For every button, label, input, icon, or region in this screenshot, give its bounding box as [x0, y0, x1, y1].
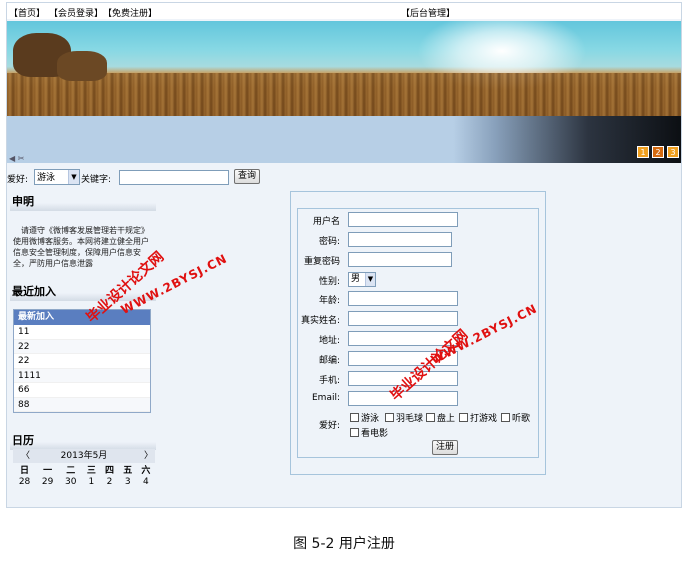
- search-bar: 爱好: 游泳 ▼ 关键字: 查询: [7, 166, 681, 188]
- calendar-day[interactable]: 2: [100, 476, 118, 488]
- recent-users-list: 最新加入 11 22 22 1111 66 88: [13, 309, 151, 413]
- checkbox-icon: [385, 413, 394, 422]
- figure-caption: 图 5-2 用户注册: [293, 536, 395, 552]
- checkbox-icon: [350, 428, 359, 437]
- calendar: 〈 2013年5月 〉 日 一 二 三 四 五 六 28 29 30 1 2 3…: [13, 449, 155, 507]
- username-label: 用户名: [312, 217, 340, 227]
- weekday-label: 六: [141, 466, 151, 476]
- hobby-checkbox-swimming[interactable]: 游泳: [350, 411, 379, 424]
- hobby-checkbox-panshang[interactable]: 盘上: [426, 411, 455, 424]
- banner-page-2[interactable]: 2: [652, 146, 664, 158]
- calendar-month: 2013年5月: [60, 451, 108, 461]
- list-item[interactable]: 22: [14, 354, 150, 369]
- checkbox-icon: [501, 413, 510, 422]
- list-item[interactable]: 1111: [14, 368, 150, 383]
- hobby-checkbox-music[interactable]: 听歌: [501, 411, 530, 424]
- page-frame: 【首页】 【会员登录】 【免费注册】 【后台管理】 ◀ ✂ 1 2 3 爱好: …: [6, 2, 682, 508]
- gender-label: 性别:: [318, 277, 340, 287]
- notice-title: 申明: [10, 193, 156, 211]
- calendar-day[interactable]: 30: [59, 476, 82, 488]
- chevron-down-icon: ▼: [68, 170, 79, 184]
- registration-form: 用户名 密码: 重复密码 性别: 男 ▼ 年龄: 真实姓名: 地址: 邮编: 手…: [297, 208, 539, 458]
- checkbox-icon: [459, 413, 468, 422]
- confirm-password-label: 重复密码: [303, 257, 340, 267]
- registration-panel: 用户名 密码: 重复密码 性别: 男 ▼ 年龄: 真实姓名: 地址: 邮编: 手…: [290, 191, 546, 475]
- hobby-checkbox-movies[interactable]: 看电影: [350, 426, 388, 439]
- keyword-input[interactable]: [119, 170, 229, 185]
- weekday-label: 三: [86, 466, 96, 476]
- calendar-day[interactable]: 28: [13, 476, 36, 488]
- age-label: 年龄:: [318, 296, 340, 306]
- email-label: Email:: [311, 393, 340, 403]
- hobby-filter-select[interactable]: 游泳 ▼: [34, 169, 80, 185]
- nav-register-link[interactable]: 【免费注册】: [103, 6, 157, 19]
- weekday-label: 日: [20, 466, 30, 476]
- search-button[interactable]: 查询: [234, 169, 260, 184]
- list-item[interactable]: 11: [14, 325, 150, 340]
- calendar-title: 日历: [10, 432, 156, 450]
- nav-home-link[interactable]: 【首页】: [9, 6, 45, 19]
- banner-band: ◀ ✂: [7, 116, 681, 163]
- hobby-filter-label: 爱好:: [7, 175, 29, 185]
- weekday-label: 二: [66, 466, 76, 476]
- register-submit-button[interactable]: 注册: [432, 440, 458, 455]
- keyword-label: 关键字:: [81, 175, 112, 185]
- calendar-header: 〈 2013年5月 〉: [13, 449, 155, 463]
- hobby-option-label: 听歌: [512, 414, 531, 424]
- list-item[interactable]: 66: [14, 383, 150, 398]
- calendar-prev-button[interactable]: 〈: [21, 449, 30, 463]
- hobby-label: 爱好:: [318, 421, 340, 431]
- hobby-checkbox-gaming[interactable]: 打游戏: [459, 411, 497, 424]
- confirm-password-input[interactable]: [348, 252, 452, 267]
- checkbox-icon: [350, 413, 359, 422]
- hobby-option-label: 游泳: [361, 414, 380, 424]
- calendar-day[interactable]: 29: [36, 476, 59, 488]
- calendar-day[interactable]: 3: [119, 476, 137, 488]
- nav-admin-link[interactable]: 【后台管理】: [401, 6, 455, 19]
- list-item[interactable]: 88: [14, 397, 150, 412]
- calendar-day[interactable]: 4: [137, 476, 155, 488]
- gender-select[interactable]: 男 ▼: [348, 272, 376, 287]
- weekday-label: 一: [43, 466, 53, 476]
- nav-login-link[interactable]: 【会员登录】: [49, 6, 103, 19]
- notice-text: 请遵守《微博客发展管理若干规定》使用微博客服务。本网将建立健全用户信息安全管理制…: [13, 226, 149, 268]
- phone-label: 手机:: [318, 376, 340, 386]
- banner-image: [7, 21, 681, 116]
- horse-silhouette: [57, 51, 107, 81]
- banner-nav-icon: ◀ ✂: [9, 154, 25, 163]
- weekday-label: 四: [105, 466, 115, 476]
- password-label: 密码:: [318, 237, 340, 247]
- zip-label: 邮编:: [318, 356, 340, 366]
- calendar-day[interactable]: 1: [82, 476, 100, 488]
- realname-input[interactable]: [348, 311, 458, 326]
- hobby-option-label: 看电影: [361, 429, 389, 439]
- checkbox-icon: [426, 413, 435, 422]
- username-input[interactable]: [348, 212, 458, 227]
- address-label: 地址:: [318, 336, 340, 346]
- hobby-option-label: 打游戏: [470, 414, 498, 424]
- weekday-label: 五: [123, 466, 133, 476]
- password-input[interactable]: [348, 232, 452, 247]
- banner-page-1[interactable]: 1: [637, 146, 649, 158]
- chevron-down-icon: ▼: [365, 273, 375, 286]
- hobby-filter-value: 游泳: [37, 173, 56, 183]
- realname-label: 真实姓名:: [300, 316, 340, 326]
- list-item[interactable]: 22: [14, 339, 150, 354]
- gender-value: 男: [351, 274, 361, 284]
- hobby-option-label: 羽毛球: [396, 414, 424, 424]
- calendar-grid: 日 一 二 三 四 五 六 28 29 30 1 2 3 4: [13, 463, 155, 488]
- top-navigation: 【首页】 【会员登录】 【免费注册】 【后台管理】: [7, 3, 681, 19]
- hobby-checkbox-badminton[interactable]: 羽毛球: [385, 411, 423, 424]
- calendar-next-button[interactable]: 〉: [144, 449, 153, 463]
- left-sidebar: 申明 请遵守《微博客发展管理若干规定》使用微博客服务。本网将建立健全用户信息安全…: [10, 191, 156, 507]
- hobby-option-label: 盘上: [437, 414, 456, 424]
- age-input[interactable]: [348, 291, 458, 306]
- banner-page-3[interactable]: 3: [667, 146, 679, 158]
